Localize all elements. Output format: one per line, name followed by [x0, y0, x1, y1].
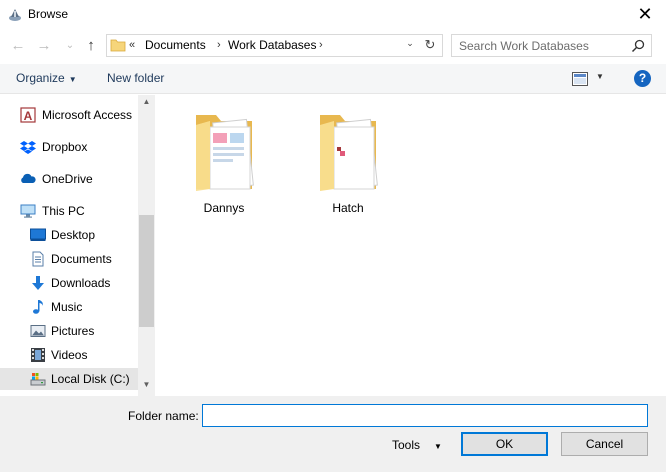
sidebar-item-label: Music	[51, 300, 83, 314]
address-bar[interactable]: « Documents › Work Databases › ⌄ ↻	[106, 34, 443, 57]
disk-icon	[30, 373, 46, 386]
sidebar-item-label: OneDrive	[42, 172, 93, 186]
toolbar: Organize ▼ New folder ▼ ?	[0, 64, 666, 94]
address-overflow-icon[interactable]: «	[129, 39, 135, 51]
address-row: ← → ⌄ ↑ « Documents › Work Databases › ⌄…	[0, 30, 666, 62]
access-icon: A	[20, 107, 36, 123]
view-options-icon[interactable]	[572, 72, 588, 86]
documents-icon	[32, 251, 44, 267]
title-bar: Browse ✕	[0, 0, 666, 30]
address-dropdown-icon[interactable]: ⌄	[403, 38, 417, 49]
sidebar-item-label: Downloads	[51, 276, 111, 290]
close-button[interactable]: ✕	[628, 2, 662, 28]
breadcrumb-documents[interactable]: Documents	[145, 38, 206, 52]
help-button[interactable]: ?	[634, 70, 651, 87]
sidebar-item-label: Pictures	[51, 324, 95, 338]
dialog-footer: Folder name: Tools ▼ OK Cancel	[0, 396, 666, 472]
music-icon	[33, 300, 43, 314]
tools-button[interactable]: Tools ▼	[392, 438, 442, 452]
file-list: Dannys Hatch	[156, 95, 666, 396]
pictures-icon	[30, 325, 46, 337]
sidebar-item-label: Documents	[51, 252, 112, 266]
chevron-down-icon: ▼	[434, 442, 442, 451]
dropbox-icon	[20, 141, 36, 154]
folder-icon	[320, 115, 378, 191]
organize-label: Organize	[16, 71, 65, 85]
forward-button[interactable]: →	[34, 36, 54, 56]
chevron-right-icon[interactable]: ›	[319, 39, 323, 51]
folder-name-label: Folder name:	[128, 409, 199, 423]
organize-button[interactable]: Organize ▼	[16, 71, 77, 85]
refresh-button[interactable]: ↻	[421, 37, 439, 53]
scroll-up-icon[interactable]: ▲	[138, 97, 155, 111]
pc-icon	[20, 204, 36, 218]
folder-icon	[196, 115, 254, 191]
folder-item-hatch[interactable]: Hatch	[298, 109, 398, 219]
sidebar-item-label: This PC	[42, 204, 85, 218]
chevron-down-icon: ▼	[68, 75, 77, 84]
sidebar-item-local-disk[interactable]: Local Disk (C:)	[0, 368, 155, 390]
folder-icon	[110, 39, 126, 52]
sidebar-item-label: Videos	[51, 348, 88, 362]
scroll-down-icon[interactable]: ▼	[138, 380, 155, 394]
sidebar-item-label: Microsoft Access	[42, 108, 133, 122]
cancel-button[interactable]: Cancel	[561, 432, 648, 456]
new-folder-button[interactable]: New folder	[107, 71, 164, 85]
videos-icon	[31, 348, 45, 362]
sidebar-scrollbar[interactable]: ▲ ▼	[138, 95, 155, 396]
search-icon	[631, 39, 645, 53]
downloads-icon	[32, 276, 44, 290]
desktop-icon	[30, 228, 46, 241]
up-button[interactable]: ↑	[81, 36, 101, 56]
window-title: Browse	[28, 7, 69, 21]
chevron-right-icon[interactable]: ›	[217, 39, 221, 51]
onedrive-icon	[21, 173, 36, 183]
search-placeholder: Search Work Databases	[459, 39, 589, 53]
app-icon	[9, 9, 21, 21]
folder-name-field[interactable]	[202, 404, 648, 427]
folder-name: Hatch	[332, 201, 364, 215]
sidebar-item-label: Local Disk (C:)	[51, 372, 130, 386]
folder-name: Dannys	[203, 201, 245, 215]
back-button[interactable]: ←	[8, 36, 28, 56]
view-dropdown-icon[interactable]: ▼	[596, 72, 604, 81]
folder-item-dannys[interactable]: Dannys	[174, 109, 274, 219]
ok-button[interactable]: OK	[461, 432, 548, 456]
search-input[interactable]: Search Work Databases	[451, 34, 652, 57]
recent-locations-button[interactable]: ⌄	[60, 36, 80, 56]
sidebar-item-label: Dropbox	[42, 140, 88, 154]
scrollbar-thumb[interactable]	[139, 215, 154, 327]
navigation-pane: A Microsoft Access Dropbox OneDrive This…	[0, 95, 155, 396]
svg-text:A: A	[24, 109, 33, 123]
tools-label: Tools	[392, 438, 421, 452]
sidebar-item-label: Desktop	[51, 228, 96, 242]
breadcrumb-work-databases[interactable]: Work Databases	[228, 38, 316, 52]
